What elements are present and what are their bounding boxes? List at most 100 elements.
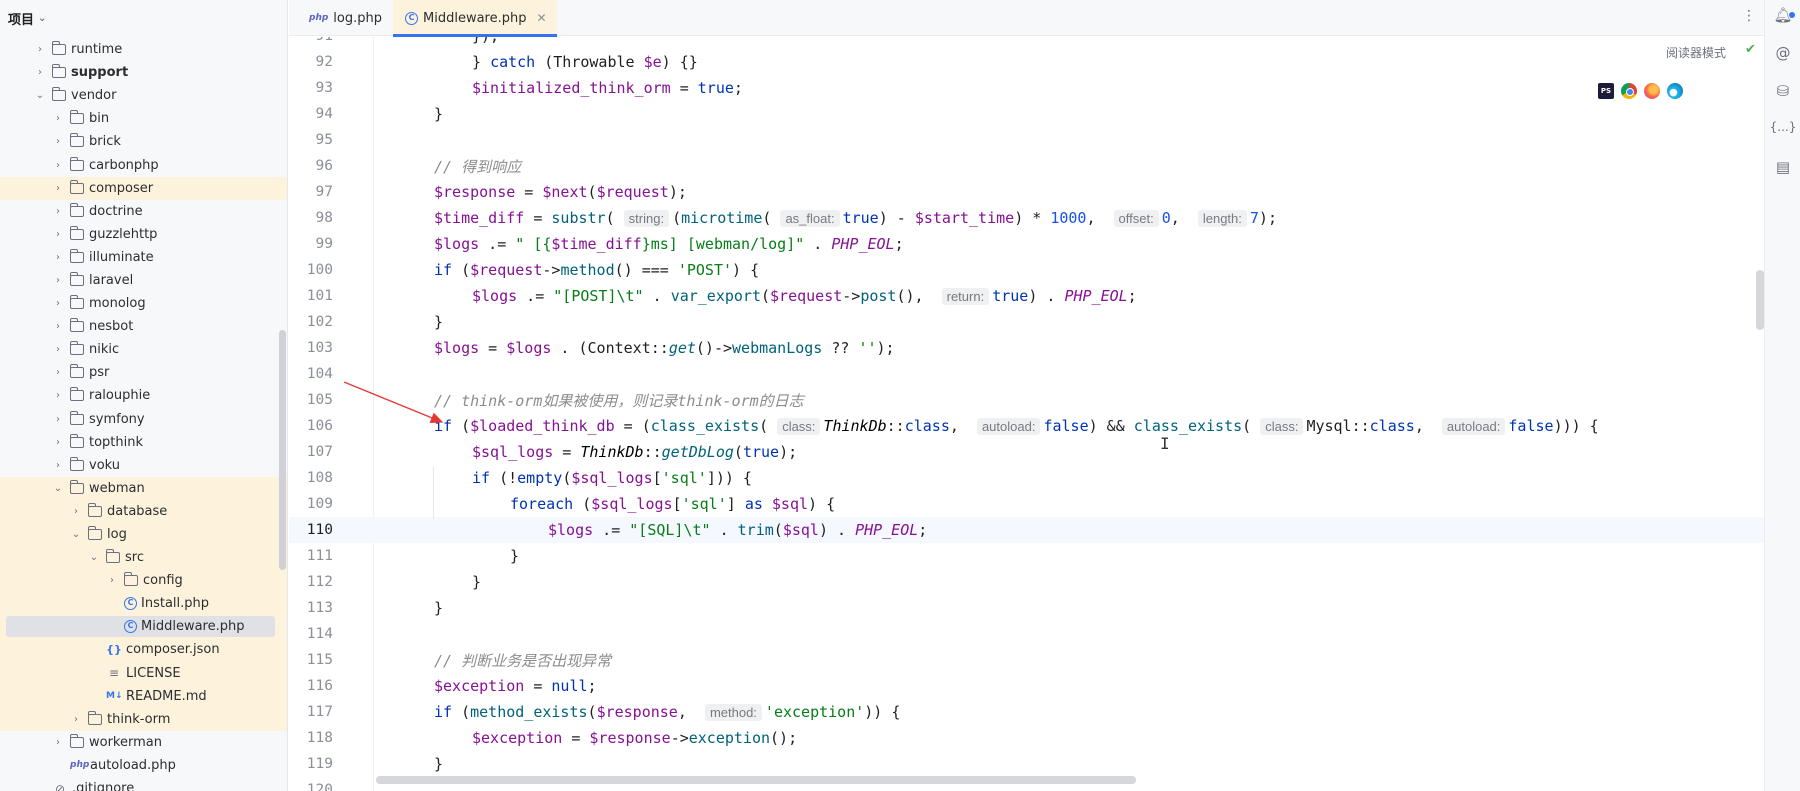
code-line[interactable]: 101 $logs .= "[POST]\t" . var_export($req… xyxy=(289,283,1764,309)
chevron-down-icon[interactable]: ⌄ xyxy=(38,13,46,24)
close-icon[interactable]: ✕ xyxy=(536,11,546,25)
tree-folder-item[interactable]: ⌄ src xyxy=(0,546,287,570)
chevron-right-icon[interactable]: › xyxy=(70,714,82,725)
chevron-right-icon[interactable]: › xyxy=(52,298,64,309)
tree-folder-item[interactable]: › database xyxy=(0,499,287,523)
code-line[interactable]: 106 if ($loaded_think_db = (class_exists(… xyxy=(289,413,1764,439)
chevron-right-icon[interactable]: › xyxy=(34,44,46,55)
more-options-icon[interactable]: ⋮ xyxy=(1742,8,1756,24)
code-line[interactable]: 119} xyxy=(289,751,1764,777)
code-line[interactable]: 111} xyxy=(289,543,1764,569)
notifications-icon[interactable]: 🔔︎ xyxy=(1765,6,1800,24)
chevron-right-icon[interactable]: › xyxy=(52,737,64,748)
tree-file-item[interactable]: php autoload.php xyxy=(0,754,287,777)
chevron-right-icon[interactable]: › xyxy=(106,575,118,586)
chevron-right-icon[interactable]: › xyxy=(52,460,64,471)
tree-folder-item[interactable]: › ralouphie xyxy=(0,384,287,407)
code-line[interactable]: 105 // think-orm如果被使用，则记录think-orm的日志 xyxy=(289,387,1764,413)
tree-file-item[interactable]: C Middleware.php xyxy=(0,615,287,639)
code-line[interactable]: 108 if (!empty($sql_logs['sql'])) { xyxy=(289,465,1764,491)
project-view-header[interactable]: 项目 ⌄ xyxy=(0,0,287,36)
code-line[interactable]: 98 $time_diff = substr( string: (microtime… xyxy=(289,205,1764,231)
tree-folder-item[interactable]: › nikic xyxy=(0,338,287,361)
chevron-right-icon[interactable]: › xyxy=(52,344,64,355)
code-line[interactable]: 91}); xyxy=(289,37,1764,49)
code-line[interactable]: 116 $exception = null; xyxy=(289,673,1764,699)
tree-folder-item[interactable]: › workerman xyxy=(0,731,287,754)
chevron-right-icon[interactable]: › xyxy=(52,113,64,124)
firefox-icon[interactable] xyxy=(1644,83,1660,99)
code-line[interactable]: 92} catch (Throwable $e) {} xyxy=(289,49,1764,75)
tree-folder-item[interactable]: › runtime xyxy=(0,38,287,61)
chevron-right-icon[interactable]: › xyxy=(52,437,64,448)
tree-folder-item[interactable]: › brick xyxy=(0,130,287,153)
code-line[interactable]: 114 xyxy=(289,621,1764,647)
tree-folder-item[interactable]: › bin xyxy=(0,107,287,130)
tree-folder-item[interactable]: › illuminate xyxy=(0,246,287,269)
tree-file-item[interactable]: M↓ README.md xyxy=(0,684,287,708)
database-icon[interactable]: ⛁ xyxy=(1765,82,1800,100)
chevron-right-icon[interactable]: › xyxy=(52,275,64,286)
tree-folder-item[interactable]: › carbonphp xyxy=(0,153,287,176)
tree-file-item[interactable]: ≡ LICENSE xyxy=(0,661,287,685)
code-line[interactable]: 94} xyxy=(289,101,1764,127)
code-line[interactable]: 118 $exception = $response->exception(); xyxy=(289,725,1764,751)
chevron-right-icon[interactable]: › xyxy=(52,206,64,217)
editor-horizontal-scrollbar[interactable] xyxy=(376,776,1136,784)
code-line[interactable]: 110 $logs .= "[SQL]\t" . trim($sql) . PHP… xyxy=(289,517,1764,543)
tree-folder-item[interactable]: › symfony xyxy=(0,408,287,431)
tree-folder-item[interactable]: › composer xyxy=(0,176,287,200)
json-icon[interactable]: {...} xyxy=(1765,120,1800,134)
chevron-right-icon[interactable]: › xyxy=(52,183,64,194)
chevron-right-icon[interactable]: › xyxy=(52,414,64,425)
code-line[interactable]: 113} xyxy=(289,595,1764,621)
chevron-right-icon[interactable]: › xyxy=(34,67,46,78)
tree-file-item[interactable]: ⊘ .gitignore xyxy=(0,777,287,791)
editor-vertical-scrollbar[interactable] xyxy=(1756,270,1764,330)
edge-icon[interactable] xyxy=(1667,83,1683,99)
chevron-right-icon[interactable]: › xyxy=(52,252,64,263)
code-line[interactable]: 95 xyxy=(289,127,1764,153)
code-line[interactable]: 115 // 判断业务是否出现异常 xyxy=(289,647,1764,673)
code-line[interactable]: 97 $response = $next($request); xyxy=(289,179,1764,205)
code-line[interactable]: 102} xyxy=(289,309,1764,335)
code-line[interactable]: 96 // 得到响应 xyxy=(289,153,1764,179)
tree-folder-item[interactable]: › support xyxy=(0,61,287,84)
reader-mode-button[interactable]: 阅读器模式 xyxy=(1666,44,1726,61)
tree-file-item[interactable]: C Install.php xyxy=(0,592,287,616)
chevron-right-icon[interactable]: › xyxy=(52,136,64,147)
chevron-right-icon[interactable]: › xyxy=(52,390,64,401)
chevron-right-icon[interactable]: › xyxy=(52,367,64,378)
tree-folder-item[interactable]: › monolog xyxy=(0,292,287,315)
code-line[interactable]: 112} xyxy=(289,569,1764,595)
code-line[interactable]: 100 if ($request->method() === 'POST') { xyxy=(289,257,1764,283)
tree-folder-item[interactable]: › psr xyxy=(0,361,287,384)
tree-folder-item[interactable]: ⌄ vendor xyxy=(0,84,287,107)
phpstorm-icon[interactable]: PS xyxy=(1598,83,1614,99)
tree-folder-item[interactable]: ⌄ webman xyxy=(0,476,287,500)
code-line[interactable]: 107 $sql_logs = ThinkDb::getDbLog(true); xyxy=(289,439,1764,465)
services-icon[interactable]: ▤ xyxy=(1765,158,1800,176)
tab-log-php[interactable]: php log.php xyxy=(299,0,392,36)
tree-file-item[interactable]: {} composer.json xyxy=(0,638,287,662)
chevron-right-icon[interactable]: › xyxy=(52,160,64,171)
tree-folder-item[interactable]: › laravel xyxy=(0,269,287,292)
tree-folder-item[interactable]: › voku xyxy=(0,454,287,477)
code-line[interactable]: 99 $logs .= " [{$time_diff}ms] [webman/lo… xyxy=(289,231,1764,257)
code-line[interactable]: 93 $initialized_think_orm = true; xyxy=(289,75,1764,101)
tree-folder-item[interactable]: ⌄ log xyxy=(0,522,287,547)
tree-folder-item[interactable]: › topthink xyxy=(0,431,287,454)
ai-assistant-icon[interactable]: @ xyxy=(1765,44,1800,62)
code-line[interactable]: 109 foreach ($sql_logs['sql'] as $sql) { xyxy=(289,491,1764,517)
code-line[interactable]: 117 if (method_exists($response, method: '… xyxy=(289,699,1764,725)
code-line[interactable]: 103 $logs = $logs . (Context::get()->webm… xyxy=(289,335,1764,361)
chrome-icon[interactable] xyxy=(1621,83,1637,99)
tree-folder-item[interactable]: › doctrine xyxy=(0,200,287,223)
chevron-down-icon[interactable]: ⌄ xyxy=(88,552,100,563)
sidebar-scrollbar[interactable] xyxy=(279,330,286,570)
tab-middleware-php[interactable]: C Middleware.php ✕ xyxy=(393,0,557,37)
tree-folder-item[interactable]: › nesbot xyxy=(0,315,287,338)
chevron-right-icon[interactable]: › xyxy=(70,506,82,517)
tree-folder-item[interactable]: › guzzlehttp xyxy=(0,223,287,246)
chevron-down-icon[interactable]: ⌄ xyxy=(70,529,82,540)
